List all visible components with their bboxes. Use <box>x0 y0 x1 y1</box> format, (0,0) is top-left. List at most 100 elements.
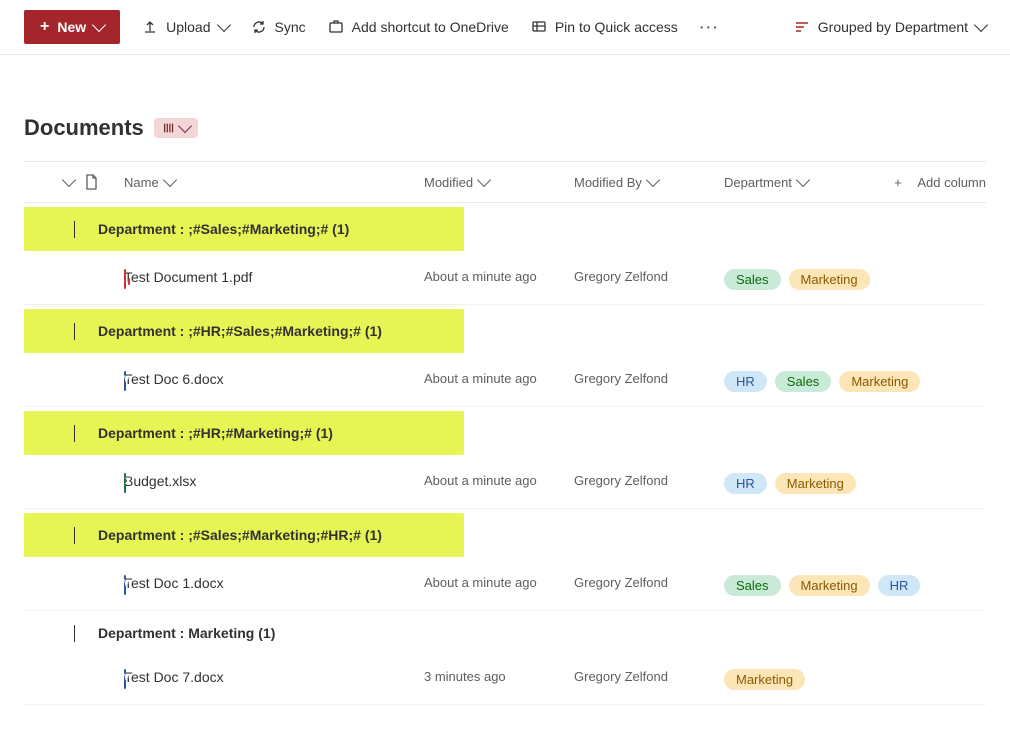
file-name[interactable]: Test Document 1.pdf <box>124 269 424 285</box>
upload-label: Upload <box>166 19 210 35</box>
chevron-down-icon <box>64 625 84 641</box>
document-list: Department : ;#Sales;#Marketing;# (1) Tes… <box>24 207 986 705</box>
chevron-down-icon <box>974 18 988 32</box>
pdf-file-icon <box>124 269 126 289</box>
group-label: Department : ;#Sales;#Marketing;#HR;# (1… <box>98 527 382 543</box>
tag-sales[interactable]: Sales <box>724 269 781 290</box>
chevron-down-icon <box>216 18 230 32</box>
pin-label: Pin to Quick access <box>555 19 678 35</box>
tag-marketing[interactable]: Marketing <box>789 575 870 596</box>
chevron-down-icon <box>178 119 192 133</box>
department-column-header[interactable]: Department <box>724 175 874 190</box>
group-header[interactable]: Department : Marketing (1) <box>24 611 986 655</box>
tag-marketing[interactable]: Marketing <box>839 371 920 392</box>
chevron-down-icon <box>796 173 810 187</box>
modified-cell: About a minute ago <box>424 473 574 488</box>
modified-by-cell: Gregory Zelfond <box>574 269 724 284</box>
view-selector[interactable] <box>154 118 198 138</box>
file-type-cell <box>24 371 124 391</box>
modified-by-cell: Gregory Zelfond <box>574 669 724 684</box>
add-column-button[interactable]: + Add column <box>874 175 986 190</box>
group-label: Department : ;#Sales;#Marketing;# (1) <box>98 221 349 237</box>
group-label: Department : Marketing (1) <box>98 625 275 641</box>
modified-cell: 3 minutes ago <box>424 669 574 684</box>
type-column-header[interactable] <box>84 174 124 190</box>
department-tags: HR Marketing <box>724 473 964 494</box>
view-icon <box>162 121 176 135</box>
group-label: Department : ;#HR;#Sales;#Marketing;# (1… <box>98 323 382 339</box>
file-name[interactable]: Budget.xlsx <box>124 473 424 489</box>
list-item[interactable]: Test Document 1.pdfAbout a minute agoGre… <box>24 255 986 305</box>
list-item[interactable]: Test Doc 6.docxAbout a minute agoGregory… <box>24 357 986 407</box>
file-icon <box>84 174 98 190</box>
tag-hr[interactable]: HR <box>878 575 921 596</box>
upload-button[interactable]: Upload <box>142 19 228 35</box>
pin-button[interactable]: Pin to Quick access <box>531 19 678 35</box>
file-name[interactable]: Test Doc 1.docx <box>124 575 424 591</box>
tag-hr[interactable]: HR <box>724 473 767 494</box>
department-tags: Sales Marketing HR <box>724 575 964 596</box>
sync-label: Sync <box>275 19 306 35</box>
overflow-menu[interactable]: ··· <box>700 19 720 35</box>
column-headers: Name Modified Modified By Department + A… <box>24 161 986 203</box>
new-button-label: New <box>57 19 86 35</box>
department-tags: Marketing <box>724 669 964 690</box>
modified-cell: About a minute ago <box>424 575 574 590</box>
file-type-cell <box>24 473 124 493</box>
department-tags: HR Sales Marketing <box>724 371 964 392</box>
upload-icon <box>142 19 158 35</box>
add-shortcut-button[interactable]: Add shortcut to OneDrive <box>328 19 509 35</box>
tag-marketing[interactable]: Marketing <box>775 473 856 494</box>
tag-sales[interactable]: Sales <box>724 575 781 596</box>
chevron-down-icon <box>92 18 106 32</box>
file-type-cell <box>24 575 124 595</box>
word-file-icon <box>124 669 126 689</box>
excel-file-icon <box>124 473 126 493</box>
list-item[interactable]: Test Doc 7.docx3 minutes agoGregory Zelf… <box>24 655 986 705</box>
group-icon <box>794 19 810 35</box>
list-item[interactable]: Test Doc 1.docxAbout a minute agoGregory… <box>24 561 986 611</box>
file-name[interactable]: Test Doc 7.docx <box>124 669 424 685</box>
shortcut-icon <box>328 19 344 35</box>
group-label: Department : ;#HR;#Marketing;# (1) <box>98 425 333 441</box>
shortcut-label: Add shortcut to OneDrive <box>352 19 509 35</box>
list-item[interactable]: Budget.xlsxAbout a minute agoGregory Zel… <box>24 459 986 509</box>
group-header[interactable]: Department : ;#Sales;#Marketing;#HR;# (1… <box>24 513 464 557</box>
modified-by-cell: Gregory Zelfond <box>574 371 724 386</box>
new-button[interactable]: + New <box>24 10 120 44</box>
command-bar: + New Upload Sync Add shortcut to OneDri… <box>0 0 1010 55</box>
page-title: Documents <box>24 115 144 141</box>
name-column-header[interactable]: Name <box>124 175 424 190</box>
word-file-icon <box>124 371 126 391</box>
chevron-down-icon <box>163 173 177 187</box>
page-title-row: Documents <box>24 115 986 141</box>
file-name[interactable]: Test Doc 6.docx <box>124 371 424 387</box>
chevron-down-icon <box>64 221 84 237</box>
pin-icon <box>531 19 547 35</box>
sync-icon <box>251 19 267 35</box>
modified-cell: About a minute ago <box>424 371 574 386</box>
modified-column-header[interactable]: Modified <box>424 175 574 190</box>
modified-by-cell: Gregory Zelfond <box>574 575 724 590</box>
modified-by-cell: Gregory Zelfond <box>574 473 724 488</box>
tag-marketing[interactable]: Marketing <box>789 269 870 290</box>
file-type-cell <box>24 269 124 289</box>
file-type-cell <box>24 669 124 689</box>
group-header[interactable]: Department : ;#HR;#Sales;#Marketing;# (1… <box>24 309 464 353</box>
chevron-down-icon <box>64 323 84 339</box>
modified-by-column-header[interactable]: Modified By <box>574 175 724 190</box>
word-file-icon <box>124 575 126 595</box>
tag-hr[interactable]: HR <box>724 371 767 392</box>
tag-marketing[interactable]: Marketing <box>724 669 805 690</box>
tag-sales[interactable]: Sales <box>775 371 832 392</box>
department-tags: Sales Marketing <box>724 269 964 290</box>
group-header[interactable]: Department : ;#Sales;#Marketing;# (1) <box>24 207 464 251</box>
group-header[interactable]: Department : ;#HR;#Marketing;# (1) <box>24 411 464 455</box>
expand-all-toggle[interactable] <box>24 179 84 185</box>
chevron-down-icon <box>64 425 84 441</box>
chevron-down-icon <box>64 527 84 543</box>
grouped-by-button[interactable]: Grouped by Department <box>794 19 986 35</box>
sync-button[interactable]: Sync <box>251 19 306 35</box>
chevron-down-icon <box>62 173 76 187</box>
modified-cell: About a minute ago <box>424 269 574 284</box>
